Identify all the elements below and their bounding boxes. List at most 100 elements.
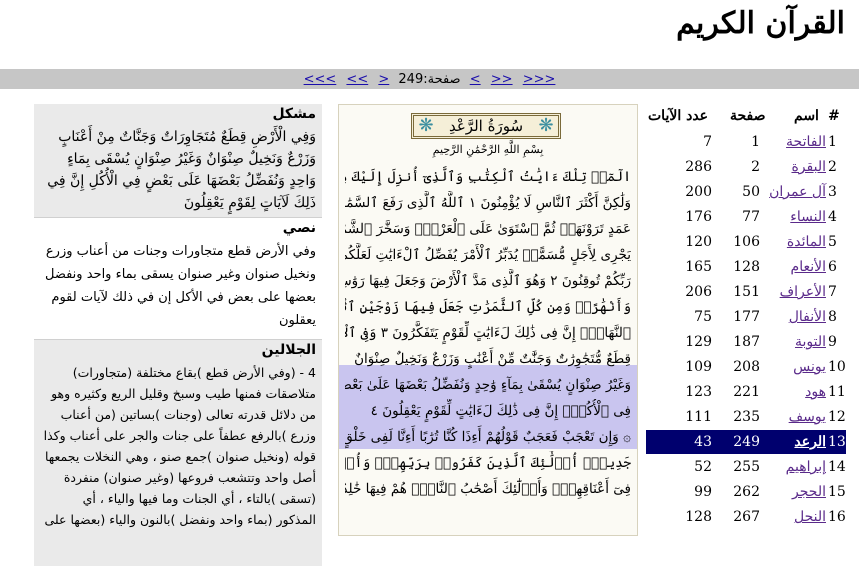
- mushaf-line: عَمَدٍ تَرَوْنَهَاۖ ثُمَّ ٱسْتَوَىٰ عَلَ…: [345, 221, 631, 237]
- surah-ayat-count: 99: [694, 484, 712, 500]
- surah-name[interactable]: هود: [764, 380, 826, 404]
- mushaf-line: فِى ٱلْأُكُلِۚ إِنَّ فِى ذَٰلِكَ لَءَايَ…: [370, 403, 631, 419]
- surah-ayat-count: 176: [685, 209, 712, 225]
- surah-ayat-count: 123: [685, 384, 712, 400]
- surah-ayat-count: 128: [685, 509, 712, 525]
- surah-name[interactable]: النساء: [764, 205, 826, 229]
- surah-link[interactable]: المائدة: [787, 234, 826, 250]
- surah-row[interactable]: 9 التوبة 187 129: [646, 330, 846, 354]
- jalalayn-section: الجلالين 4 - (وفي الأرض قطع )بقاع مختلفة…: [34, 340, 322, 566]
- surah-row[interactable]: 4 النساء 77 176: [646, 205, 846, 229]
- surah-number: 8: [828, 309, 837, 325]
- surah-link[interactable]: النساء: [790, 209, 826, 225]
- col-header-page: صفحة: [730, 108, 766, 124]
- col-header-name: اسم: [794, 108, 819, 124]
- surah-name[interactable]: إبراهيم: [764, 455, 826, 479]
- surah-row[interactable]: 12 يوسف 235 111: [646, 405, 846, 429]
- surah-row[interactable]: 7 الأعراف 151 206: [646, 280, 846, 304]
- surah-link[interactable]: التوبة: [795, 334, 826, 350]
- surah-number: 7: [828, 284, 837, 300]
- surah-row[interactable]: 11 هود 221 123: [646, 380, 846, 404]
- surah-name[interactable]: الفاتحة: [764, 130, 826, 154]
- surah-page: 208: [733, 359, 760, 375]
- surah-row[interactable]: 5 المائدة 106 120: [646, 230, 846, 254]
- surah-page: 177: [733, 309, 760, 325]
- surah-ayat-count: 165: [685, 259, 712, 275]
- page-navigation: <<< << > صفحة:249 < >> >>>: [0, 72, 859, 88]
- mushaf-page-image[interactable]: ❋ سُورَةُ الرَّعْدِ ❋ بِسْمِ اللَّهِ الر…: [338, 104, 638, 536]
- next-page-link[interactable]: <: [470, 72, 481, 87]
- last-page-link[interactable]: <<<: [304, 72, 337, 87]
- surah-ayat-count: 206: [685, 284, 712, 300]
- surah-row[interactable]: 14 إبراهيم 255 52: [646, 455, 846, 479]
- surah-page: 187: [733, 334, 760, 350]
- surah-link[interactable]: آل عمران: [769, 184, 826, 200]
- mushkil-heading: مشكل: [272, 106, 316, 122]
- jalalayn-heading: الجلالين: [261, 342, 316, 358]
- surah-link[interactable]: يوسف: [789, 409, 826, 425]
- surah-ayat-count: 43: [694, 434, 712, 450]
- surah-name[interactable]: الأنفال: [764, 305, 826, 329]
- mushkil-text: وَفِي الْأَرْضِ قِطَعٌ مُتَجَاوِرَاتٌ وَ…: [47, 129, 316, 211]
- surah-link[interactable]: الأنعام: [791, 259, 826, 275]
- surah-row[interactable]: 6 الأنعام 128 165: [646, 255, 846, 279]
- surah-name[interactable]: يونس: [764, 355, 826, 379]
- surah-link[interactable]: الرعد: [794, 434, 826, 450]
- surah-number: 3: [828, 184, 837, 200]
- mushaf-line: يَجْرِى لِأَجَلٍ مُّسَمًّىۚ يُدَبِّرُ ٱل…: [345, 247, 631, 263]
- surah-row[interactable]: 2 البقرة 2 286: [646, 155, 846, 179]
- surah-number: 10: [828, 359, 846, 375]
- surah-name[interactable]: الأعراف: [764, 280, 826, 304]
- surah-row[interactable]: 16 النحل 267 128: [646, 505, 846, 529]
- surah-page: 249: [733, 434, 760, 450]
- first-page-link[interactable]: >>>: [523, 72, 556, 87]
- surah-ayat-count: 7: [703, 134, 712, 150]
- surah-name[interactable]: آل عمران: [764, 180, 826, 204]
- surah-name[interactable]: الرعد: [764, 430, 826, 454]
- surah-row[interactable]: 10 يونس 208 109: [646, 355, 846, 379]
- surah-page: 77: [742, 209, 760, 225]
- surah-row[interactable]: 3 آل عمران 50 200: [646, 180, 846, 204]
- surah-page: 106: [733, 234, 760, 250]
- jump-forward-link[interactable]: >>: [491, 72, 513, 87]
- surah-row[interactable]: 13 الرعد 249 43: [646, 430, 846, 454]
- surah-name[interactable]: المائدة: [764, 230, 826, 254]
- surah-page: 235: [733, 409, 760, 425]
- surah-page: 255: [733, 459, 760, 475]
- surah-ayat-count: 129: [685, 334, 712, 350]
- surah-link[interactable]: الأعراف: [780, 284, 826, 300]
- surah-link[interactable]: النحل: [794, 509, 826, 525]
- surah-page: 262: [733, 484, 760, 500]
- prev-page-link[interactable]: >: [378, 72, 389, 87]
- jump-back-link[interactable]: <<: [346, 72, 368, 87]
- surah-number: 5: [828, 234, 837, 250]
- table-header: # اسم صفحة عدد الآيات: [646, 108, 846, 130]
- surah-ayat-count: 111: [685, 409, 712, 425]
- surah-link[interactable]: البقرة: [791, 159, 826, 175]
- surah-link[interactable]: الأنفال: [789, 309, 826, 325]
- surah-link[interactable]: الحجر: [792, 484, 826, 500]
- surah-name[interactable]: النحل: [764, 505, 826, 529]
- surah-row[interactable]: 15 الحجر 262 99: [646, 480, 846, 504]
- nassi-section: نصي وفي الأرض قطع متجاورات وجنات من أعنا…: [34, 218, 322, 340]
- surah-number: 6: [828, 259, 837, 275]
- surah-name[interactable]: يوسف: [764, 405, 826, 429]
- surah-name[interactable]: الحجر: [764, 480, 826, 504]
- surah-title-frame: ❋ سُورَةُ الرَّعْدِ ❋: [411, 113, 561, 139]
- surah-name[interactable]: الأنعام: [764, 255, 826, 279]
- surah-number: 11: [828, 384, 846, 400]
- surah-link[interactable]: إبراهيم: [786, 459, 826, 475]
- surah-row[interactable]: 1 الفاتحة 1 7: [646, 130, 846, 154]
- surah-link[interactable]: الفاتحة: [786, 134, 826, 150]
- surah-page: 2: [751, 159, 760, 175]
- tafsir-panel[interactable]: مشكل وَفِي الْأَرْضِ قِطَعٌ مُتَجَاوِرَا…: [34, 104, 322, 566]
- surah-link[interactable]: هود: [805, 384, 826, 400]
- surah-name[interactable]: البقرة: [764, 155, 826, 179]
- basmala: بِسْمِ اللَّهِ الرَّحْمَٰنِ الرَّحِيمِ: [432, 143, 544, 156]
- surah-link[interactable]: يونس: [793, 359, 826, 375]
- surah-row[interactable]: 8 الأنفال 177 75: [646, 305, 846, 329]
- page-number: صفحة:249: [398, 72, 461, 87]
- surah-number: 2: [828, 159, 837, 175]
- surah-number: 15: [828, 484, 846, 500]
- surah-name[interactable]: التوبة: [764, 330, 826, 354]
